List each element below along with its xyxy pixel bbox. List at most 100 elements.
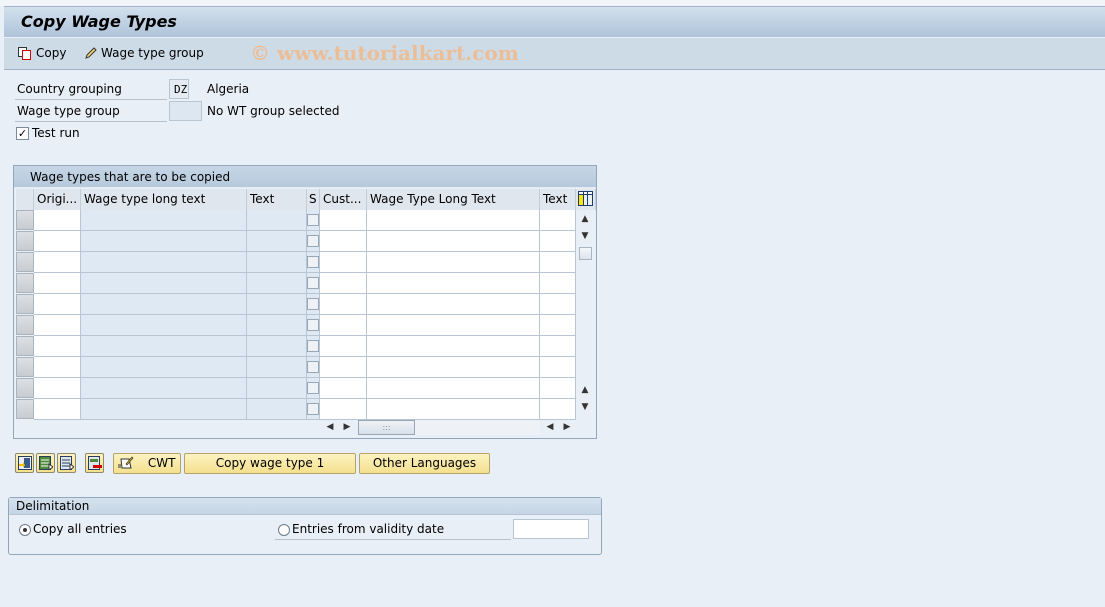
row-checkbox[interactable] (307, 382, 319, 394)
table-cell[interactable] (320, 315, 367, 336)
table-cell[interactable] (320, 378, 367, 399)
validity-date-field[interactable] (513, 519, 589, 539)
table-cell[interactable] (367, 336, 540, 357)
table-cell[interactable] (367, 273, 540, 294)
table-cell[interactable] (34, 315, 81, 336)
table-cell[interactable] (540, 210, 576, 231)
table-cell[interactable] (540, 252, 576, 273)
row-checkbox[interactable] (307, 319, 319, 331)
row-selector[interactable] (16, 315, 34, 335)
table-cell[interactable] (81, 336, 247, 357)
row-checkbox[interactable] (307, 403, 319, 415)
vertical-scroll-thumb[interactable] (579, 247, 592, 260)
table-cell[interactable] (247, 231, 307, 252)
table-cell[interactable] (247, 273, 307, 294)
table-cell[interactable] (367, 252, 540, 273)
row-checkbox-cell[interactable] (307, 336, 320, 357)
row-checkbox[interactable] (307, 235, 319, 247)
row-checkbox-cell[interactable] (307, 399, 320, 420)
table-cell[interactable] (81, 210, 247, 231)
row-checkbox[interactable] (307, 298, 319, 310)
table-cell[interactable] (320, 336, 367, 357)
row-selector[interactable] (16, 378, 34, 398)
select-all-header[interactable] (16, 189, 34, 210)
copy-all-entries-radio[interactable] (19, 524, 31, 536)
fixed-scroll-right-button[interactable]: ▶ (339, 419, 355, 435)
scroll-down-button[interactable]: ▼ (577, 228, 593, 244)
scroll-page-down-button[interactable]: ▼ (577, 399, 593, 415)
table-cell[interactable] (540, 273, 576, 294)
row-checkbox-cell[interactable] (307, 357, 320, 378)
row-selector[interactable] (16, 231, 34, 251)
table-cell[interactable] (34, 294, 81, 315)
row-checkbox[interactable] (307, 361, 319, 373)
row-selector[interactable] (16, 294, 34, 314)
row-checkbox-cell[interactable] (307, 210, 320, 231)
table-cell[interactable] (34, 210, 81, 231)
deselect-all-button[interactable] (57, 453, 76, 473)
table-cell[interactable] (34, 273, 81, 294)
insert-row-button[interactable] (15, 453, 34, 473)
column-header-text[interactable]: Text (247, 189, 307, 210)
table-cell[interactable] (367, 378, 540, 399)
row-checkbox[interactable] (307, 277, 319, 289)
table-cell[interactable] (540, 315, 576, 336)
cwt-button[interactable]: CWT (113, 453, 181, 474)
copy-wage-type-button[interactable]: Copy wage type 1 (184, 453, 356, 474)
table-cell[interactable] (81, 273, 247, 294)
table-cell[interactable] (81, 252, 247, 273)
test-run-checkbox[interactable]: ✓ (16, 127, 29, 140)
fixed-scroll-left-button[interactable]: ◀ (322, 419, 338, 435)
table-cell[interactable] (81, 231, 247, 252)
column-header-s[interactable]: S (307, 189, 320, 210)
table-cell[interactable] (247, 315, 307, 336)
table-cell[interactable] (34, 357, 81, 378)
row-selector[interactable] (16, 357, 34, 377)
row-selector[interactable] (16, 252, 34, 272)
table-cell[interactable] (81, 294, 247, 315)
table-cell[interactable] (247, 336, 307, 357)
table-cell[interactable] (540, 231, 576, 252)
wage-type-group-button[interactable]: Wage type group (84, 46, 204, 60)
row-selector[interactable] (16, 273, 34, 293)
table-cell[interactable] (320, 231, 367, 252)
table-cell[interactable] (247, 399, 307, 420)
table-cell[interactable] (34, 231, 81, 252)
table-cell[interactable] (320, 273, 367, 294)
table-cell[interactable] (367, 210, 540, 231)
table-cell[interactable] (367, 399, 540, 420)
scroll-left-button[interactable]: ◀ (542, 419, 558, 435)
table-cell[interactable] (367, 231, 540, 252)
table-cell[interactable] (320, 399, 367, 420)
row-checkbox[interactable] (307, 214, 319, 226)
horizontal-scroll-thumb[interactable]: ::: (358, 420, 415, 435)
table-cell[interactable] (540, 357, 576, 378)
table-cell[interactable] (34, 378, 81, 399)
table-cell[interactable] (320, 252, 367, 273)
table-cell[interactable] (34, 252, 81, 273)
column-header-text-2[interactable]: Text (540, 189, 576, 210)
wage-type-group-field[interactable] (169, 101, 202, 121)
country-grouping-field[interactable]: DZ (169, 79, 189, 99)
column-header-wage-type-long-text-2[interactable]: Wage Type Long Text (367, 189, 540, 210)
other-languages-button[interactable]: Other Languages (359, 453, 490, 474)
row-selector[interactable] (16, 210, 34, 230)
column-header-customer[interactable]: Cust... (320, 189, 367, 210)
table-cell[interactable] (81, 399, 247, 420)
column-header-original[interactable]: Origi... (34, 189, 81, 210)
table-cell[interactable] (247, 378, 307, 399)
table-cell[interactable] (247, 294, 307, 315)
table-cell[interactable] (320, 294, 367, 315)
select-all-button[interactable] (36, 453, 55, 473)
row-checkbox-cell[interactable] (307, 273, 320, 294)
row-checkbox-cell[interactable] (307, 378, 320, 399)
table-cell[interactable] (540, 294, 576, 315)
scroll-up-button[interactable]: ▲ (577, 211, 593, 227)
table-cell[interactable] (81, 378, 247, 399)
row-checkbox-cell[interactable] (307, 252, 320, 273)
column-header-wage-type-long-text[interactable]: Wage type long text (81, 189, 247, 210)
scroll-page-up-button[interactable]: ▲ (577, 382, 593, 398)
row-checkbox-cell[interactable] (307, 315, 320, 336)
scroll-right-button[interactable]: ▶ (559, 419, 575, 435)
row-checkbox[interactable] (307, 256, 319, 268)
